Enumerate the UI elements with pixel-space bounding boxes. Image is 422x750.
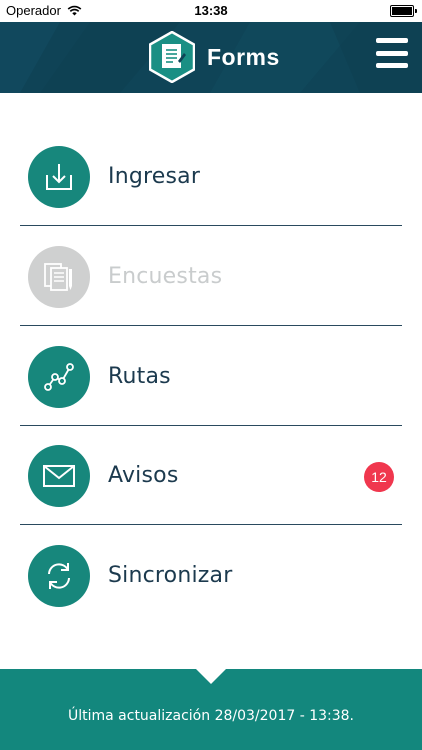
status-bar: Operador 13:38 [0,0,422,22]
menu-item-encuestas[interactable]: Encuestas [20,226,402,326]
forms-hexagon-logo-icon [149,31,195,83]
footer-notch [196,669,226,684]
menu-item-rutas[interactable]: Rutas [20,326,402,426]
route-path-icon [28,346,90,408]
menu-item-label: Rutas [108,364,171,389]
menu-item-label: Sincronizar [108,563,233,588]
footer-bar: Última actualización 28/03/2017 - 13:38. [0,669,422,750]
hamburger-menu-icon[interactable] [376,38,408,68]
menu-item-sincronizar[interactable]: Sincronizar [20,525,402,624]
menu-item-label: Avisos [108,463,179,488]
notification-count-badge: 12 [364,462,394,492]
sync-arrows-icon [28,545,90,607]
app-title: Forms [207,43,280,70]
envelope-icon [28,445,90,507]
app-logo: Forms [149,31,280,83]
menu-item-label: Encuestas [108,264,223,289]
menu-item-avisos[interactable]: Avisos 12 [20,425,402,525]
status-time: 13:38 [194,3,228,18]
survey-forms-icon [28,246,90,308]
last-update-text: Última actualización 28/03/2017 - 13:38. [67,708,355,724]
battery-icon [390,5,417,17]
menu-item-ingresar[interactable]: Ingresar [20,126,402,226]
download-tray-icon [28,146,90,208]
menu-item-label: Ingresar [108,164,201,189]
app-header: Forms [0,22,422,93]
